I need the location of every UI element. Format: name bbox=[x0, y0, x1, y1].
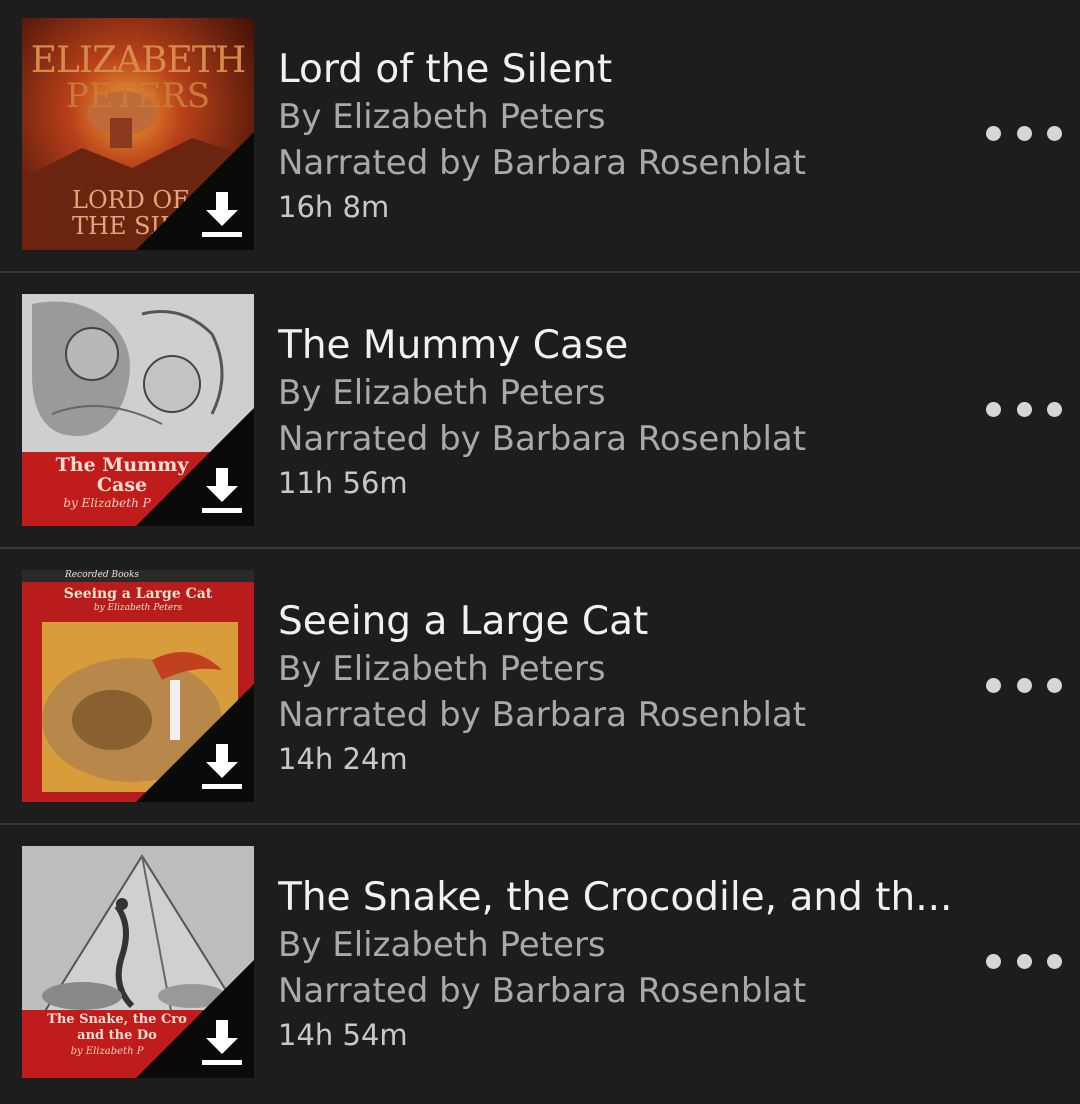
more-options-icon[interactable] bbox=[986, 670, 1062, 700]
book-author: By Elizabeth Peters bbox=[278, 649, 606, 689]
book-info: The Snake, the Crocodile, and th... By E… bbox=[278, 874, 978, 1056]
book-cover[interactable]: The Snake, the Cro and the Do by Elizabe… bbox=[22, 846, 254, 1078]
book-narrator: Narrated by Barbara Rosenblat bbox=[278, 143, 807, 183]
download-icon[interactable] bbox=[198, 1016, 246, 1068]
cover-title-line: Seeing a Large Cat bbox=[63, 586, 213, 602]
list-item[interactable]: The Snake, the Cro and the Do by Elizabe… bbox=[0, 828, 1080, 1104]
book-cover[interactable]: The Mummy Case by Elizabeth P bbox=[22, 294, 254, 526]
list-item[interactable]: The Mummy Case by Elizabeth P The Mummy … bbox=[0, 276, 1080, 552]
book-title: The Snake, the Crocodile, and th... bbox=[278, 875, 953, 920]
book-title: The Mummy Case bbox=[278, 323, 629, 368]
book-cover[interactable]: Recorded Books Seeing a Large Cat by Eli… bbox=[22, 570, 254, 802]
cover-title-line: PETERS bbox=[65, 76, 211, 116]
download-icon[interactable] bbox=[198, 464, 246, 516]
more-options-icon[interactable] bbox=[986, 118, 1062, 148]
book-cover[interactable]: ELIZABETH PETERS LORD OF THE SIL bbox=[22, 18, 254, 250]
book-narrator: Narrated by Barbara Rosenblat bbox=[278, 971, 807, 1011]
book-title: Lord of the Silent bbox=[278, 47, 613, 92]
list-item[interactable]: Recorded Books Seeing a Large Cat by Eli… bbox=[0, 552, 1080, 828]
book-duration: 14h 54m bbox=[278, 1018, 408, 1052]
book-duration: 14h 24m bbox=[278, 742, 408, 776]
divider bbox=[0, 547, 1080, 549]
cover-title-line: ELIZABETH bbox=[30, 40, 247, 81]
list-item[interactable]: ELIZABETH PETERS LORD OF THE SIL Lord of… bbox=[0, 0, 1080, 276]
book-author: By Elizabeth Peters bbox=[278, 373, 606, 413]
book-info: The Mummy Case By Elizabeth Peters Narra… bbox=[278, 322, 978, 504]
more-options-icon[interactable] bbox=[986, 946, 1062, 976]
book-duration: 16h 8m bbox=[278, 190, 390, 224]
book-info: Lord of the Silent By Elizabeth Peters N… bbox=[278, 46, 978, 228]
book-author: By Elizabeth Peters bbox=[278, 97, 606, 137]
audiobook-library-list: ELIZABETH PETERS LORD OF THE SIL Lord of… bbox=[0, 0, 1080, 1080]
download-icon[interactable] bbox=[198, 740, 246, 792]
divider bbox=[0, 823, 1080, 825]
book-author: By Elizabeth Peters bbox=[278, 925, 606, 965]
book-narrator: Narrated by Barbara Rosenblat bbox=[278, 695, 807, 735]
more-options-icon[interactable] bbox=[986, 394, 1062, 424]
book-info: Seeing a Large Cat By Elizabeth Peters N… bbox=[278, 598, 978, 780]
cover-publisher-label: Recorded Books bbox=[64, 570, 140, 580]
book-title: Seeing a Large Cat bbox=[278, 599, 649, 644]
cover-title-line: by Elizabeth Peters bbox=[93, 603, 183, 613]
download-icon[interactable] bbox=[198, 188, 246, 240]
divider bbox=[0, 271, 1080, 273]
book-narrator: Narrated by Barbara Rosenblat bbox=[278, 419, 807, 459]
book-duration: 11h 56m bbox=[278, 466, 408, 500]
